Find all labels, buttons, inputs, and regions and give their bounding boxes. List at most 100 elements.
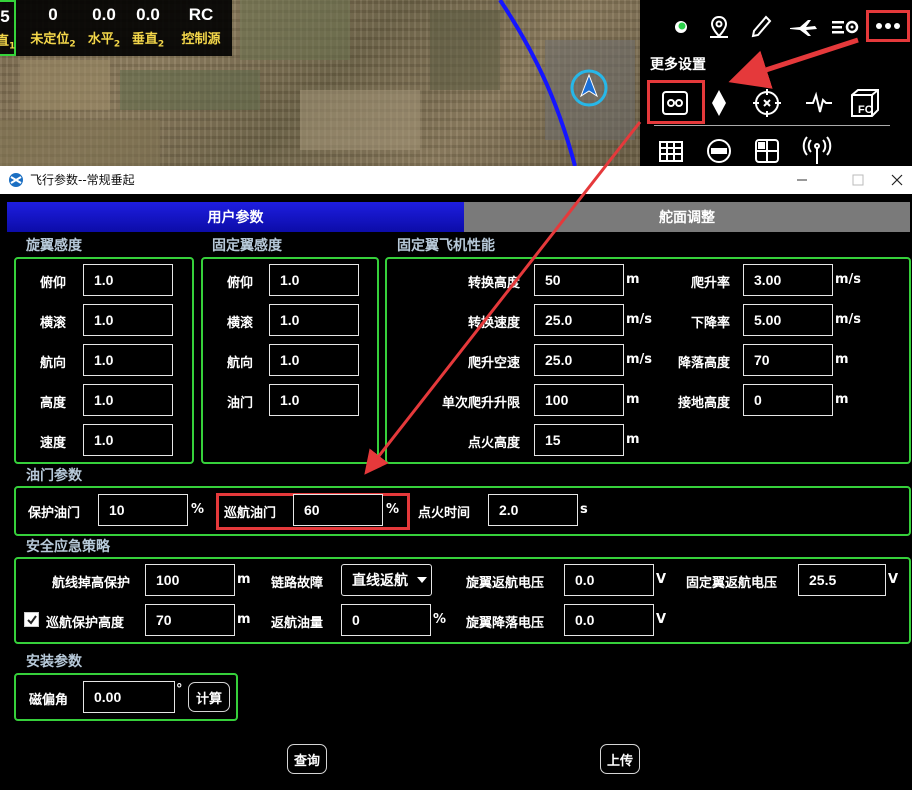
window-titlebar[interactable]: 飞行参数--常规垂起: [0, 166, 912, 194]
hud-cell-fix: 0 未定位2: [26, 0, 80, 56]
toggle-icon[interactable]: [702, 134, 736, 168]
rotor-land-voltage-input[interactable]: 0.0: [564, 604, 654, 636]
climb-airspeed-label: 爬升空速: [467, 356, 520, 371]
transition-speed-input[interactable]: 25.0: [534, 304, 624, 336]
fixed-pitch-label: 俯仰: [227, 276, 254, 291]
protect-throttle-label: 保护油门: [28, 506, 81, 521]
climb-airspeed-input[interactable]: 25.0: [534, 344, 624, 376]
rotor-speed-input[interactable]: 1.0: [83, 424, 173, 456]
transition-altitude-input[interactable]: 50: [534, 264, 624, 296]
fc-label: FC: [858, 104, 873, 116]
fixed-pitch-input[interactable]: 1.0: [269, 264, 359, 296]
mag-declination-label: 磁偏角: [29, 693, 69, 708]
cruise-protect-checkbox[interactable]: [24, 612, 39, 627]
cruise-throttle-label: 巡航油门: [224, 506, 277, 521]
protect-throttle-input[interactable]: 10: [98, 494, 188, 526]
route-drop-input[interactable]: 100: [145, 564, 235, 596]
query-button[interactable]: 查询: [287, 744, 327, 774]
airplane-icon[interactable]: [788, 12, 818, 42]
rotor-rtl-voltage-unit: V: [656, 572, 667, 587]
settings-list-icon[interactable]: [830, 12, 860, 42]
fixed-yaw-input[interactable]: 1.0: [269, 344, 359, 376]
telemetry-hud: 5 直1 0 未定位2 0.0 水平2 0.0 垂直2 RC 控制源: [0, 0, 232, 56]
route-drop-unit: m: [237, 572, 251, 587]
rotor-rtl-voltage-input[interactable]: 0.0: [564, 564, 654, 596]
rotor-yaw-label: 航向: [40, 356, 67, 371]
tab-rudder-adjust[interactable]: 舵面调整: [464, 202, 910, 232]
app-icon: [9, 173, 23, 187]
landing-altitude-label: 降落高度: [677, 356, 730, 371]
landing-altitude-input[interactable]: 70: [743, 344, 833, 376]
transition-altitude-label: 转换高度: [467, 276, 520, 291]
waveform-icon[interactable]: [802, 86, 836, 120]
single-climb-ceiling-label: 单次爬升升限: [441, 396, 520, 411]
climb-rate-input[interactable]: 3.00: [743, 264, 833, 296]
rotor-rtl-voltage-label: 旋翼返航电压: [466, 576, 545, 591]
hud-cell-control-source: RC 控制源: [174, 0, 228, 56]
more-button[interactable]: [866, 10, 910, 42]
rotor-altitude-label: 高度: [40, 396, 67, 411]
rotor-speed-label: 速度: [40, 436, 67, 451]
antenna-icon[interactable]: [800, 134, 834, 168]
gear-settings-icon[interactable]: [658, 86, 692, 120]
target-icon[interactable]: [750, 86, 784, 120]
rtl-fuel-unit: %: [433, 612, 447, 627]
grid-icon[interactable]: [750, 134, 784, 168]
settings-panel: 更多设置 FC: [640, 0, 912, 166]
cruise-protect-altitude-input[interactable]: 70: [145, 604, 235, 636]
close-icon: [891, 174, 903, 186]
upload-button[interactable]: 上传: [600, 744, 640, 774]
check-icon: [26, 614, 37, 625]
rotor-pitch-input[interactable]: 1.0: [83, 264, 173, 296]
ignition-time-input[interactable]: 2.0: [488, 494, 578, 526]
fixed-rtl-voltage-label: 固定翼返航电压: [686, 576, 778, 591]
fixed-roll-input[interactable]: 1.0: [269, 304, 359, 336]
maximize-button[interactable]: [836, 166, 880, 194]
transition-altitude-unit: m: [626, 272, 640, 287]
ignition-altitude-label: 点火高度: [467, 436, 520, 451]
ignition-time-unit: s: [580, 502, 588, 517]
ground-altitude-label: 接地高度: [677, 396, 730, 411]
climb-rate-unit: m/s: [835, 272, 862, 287]
rotor-altitude-input[interactable]: 1.0: [83, 384, 173, 416]
ground-altitude-unit: m: [835, 392, 849, 407]
single-climb-ceiling-input[interactable]: 100: [534, 384, 624, 416]
hud-label: 垂直2: [131, 32, 165, 50]
minimize-button[interactable]: [780, 166, 824, 194]
fixed-throttle-input[interactable]: 1.0: [269, 384, 359, 416]
tab-user-params[interactable]: 用户参数: [7, 202, 464, 232]
ground-altitude-input[interactable]: 0: [743, 384, 833, 416]
hud-value: 0.0: [136, 5, 160, 24]
descent-rate-input[interactable]: 5.00: [743, 304, 833, 336]
aircraft-heading-icon[interactable]: [567, 66, 611, 110]
link-fail-select[interactable]: 直线返航: [341, 564, 432, 596]
rtl-fuel-input[interactable]: 0: [341, 604, 431, 636]
ignition-altitude-input[interactable]: 15: [534, 424, 624, 456]
calculate-button[interactable]: 计算: [188, 682, 230, 712]
rotor-land-voltage-unit: V: [656, 612, 667, 627]
mag-declination-input[interactable]: 0.00: [83, 681, 175, 713]
window-title: 飞行参数--常规垂起: [30, 173, 135, 187]
close-button[interactable]: [882, 166, 912, 194]
hud-value: RC: [188, 5, 214, 24]
rotor-pitch-label: 俯仰: [40, 276, 67, 291]
hud-cell-satellites: 5 直1: [0, 0, 16, 56]
rotor-yaw-input[interactable]: 1.0: [83, 344, 173, 376]
fixed-yaw-label: 航向: [227, 356, 254, 371]
map-pin-icon[interactable]: [704, 12, 734, 42]
pen-icon[interactable]: [746, 12, 776, 42]
diamond-icon[interactable]: [702, 86, 736, 120]
hud-cell-vertical: 0.0 垂直2: [128, 0, 168, 56]
transition-speed-label: 转换速度: [467, 316, 520, 331]
rotor-roll-input[interactable]: 1.0: [83, 304, 173, 336]
fixed-rtl-voltage-input[interactable]: 25.5: [798, 564, 886, 596]
ignition-time-label: 点火时间: [418, 506, 471, 521]
climb-airspeed-unit: m/s: [626, 352, 653, 367]
cruise-throttle-input[interactable]: 60: [293, 494, 383, 526]
table-icon[interactable]: [654, 134, 688, 168]
signal-dot-icon[interactable]: [666, 12, 696, 42]
maximize-icon: [852, 174, 864, 186]
cruise-throttle-unit: %: [386, 502, 400, 517]
ignition-altitude-unit: m: [626, 432, 640, 447]
install-title: 安装参数: [26, 654, 82, 670]
